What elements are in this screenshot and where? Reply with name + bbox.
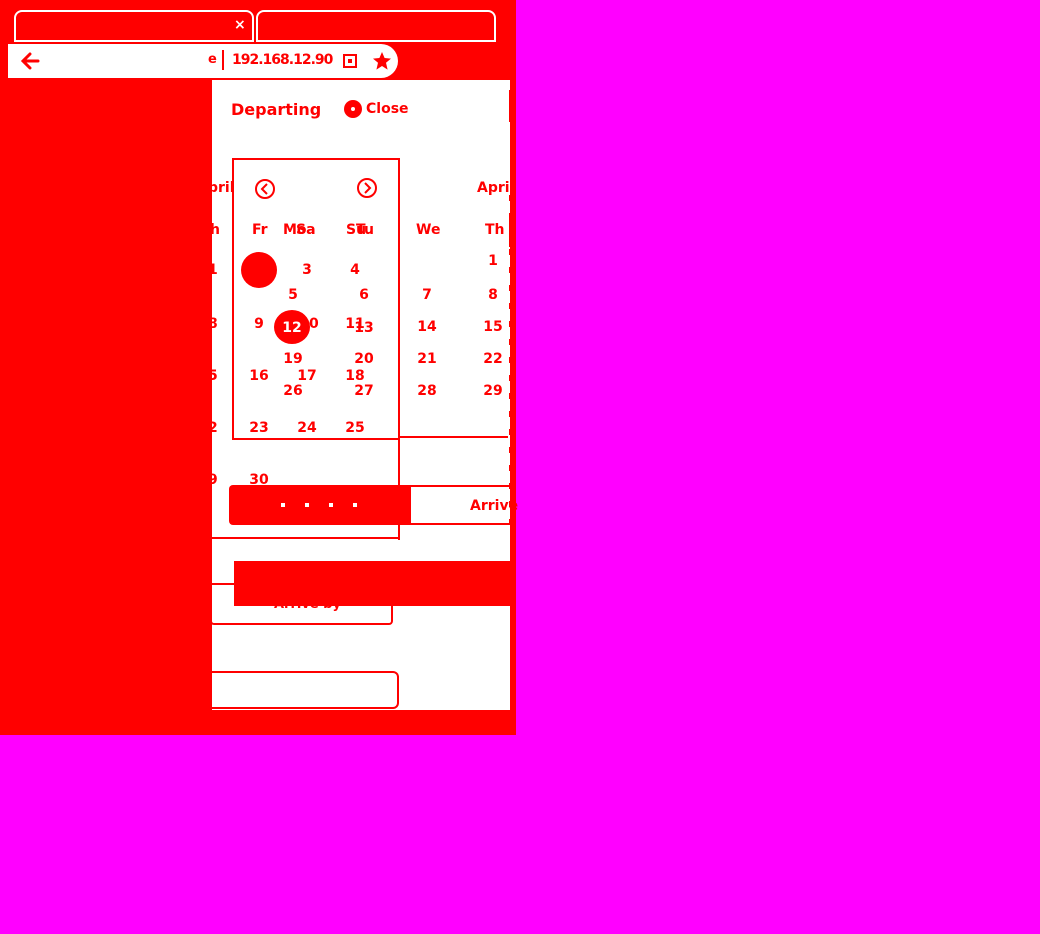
primary-action-bar[interactable] — [234, 561, 516, 606]
calendar-mid-outer-bottom — [212, 537, 400, 539]
left-sidebar-block — [0, 80, 212, 735]
day-cell[interactable]: 9 — [246, 316, 272, 332]
tab-inactive[interactable] — [256, 10, 496, 42]
day-cell[interactable]: 5 — [280, 287, 306, 303]
left-day[interactable]: 8 — [208, 316, 218, 332]
day-cell[interactable]: 20 — [351, 351, 377, 367]
arrive-toggle-button[interactable]: Arrive — [410, 485, 518, 525]
day-cell[interactable]: 14 — [414, 319, 440, 335]
day-cell[interactable]: 3 — [294, 262, 320, 278]
dow-label: Sa — [296, 222, 316, 238]
calendar-right-divider — [400, 436, 508, 438]
day-cell[interactable]: 24 — [294, 420, 320, 436]
address-prefix: e — [208, 52, 217, 67]
left-dow-label: h — [210, 222, 220, 238]
left-day[interactable]: 2 — [208, 420, 218, 436]
day-cell[interactable]: 6 — [351, 287, 377, 303]
day-cell[interactable]: 8 — [480, 287, 506, 303]
day-circle-filled[interactable] — [241, 252, 277, 288]
address-bar — [8, 44, 398, 78]
prev-month-icon[interactable] — [254, 178, 276, 200]
tab-active[interactable]: × — [14, 10, 254, 42]
tab-close-icon[interactable]: × — [234, 17, 246, 33]
left-day[interactable]: 1 — [208, 262, 218, 278]
bookmark-star-icon[interactable] — [372, 51, 392, 71]
close-label: Close — [366, 101, 409, 117]
dow-label: Fr — [252, 222, 268, 238]
text-input-field[interactable] — [210, 671, 399, 709]
day-cell[interactable]: 16 — [246, 368, 272, 384]
day-cell[interactable]: 13 — [351, 320, 377, 336]
next-month-icon[interactable] — [356, 177, 378, 199]
day-cell[interactable]: 18 — [342, 368, 368, 384]
dow-label: Th — [485, 222, 505, 238]
day-cell[interactable]: 29 — [480, 383, 506, 399]
bottom-bar — [212, 710, 516, 735]
departing-heading: Departing — [231, 100, 322, 119]
day-cell[interactable]: 26 — [280, 383, 306, 399]
day-cell[interactable]: 27 — [351, 383, 377, 399]
dow-label: Tu — [356, 222, 374, 238]
close-circle-icon — [344, 100, 362, 118]
day-cell[interactable]: 28 — [414, 383, 440, 399]
day-cell[interactable]: 7 — [414, 287, 440, 303]
back-arrow-icon[interactable] — [20, 52, 40, 70]
day-cell[interactable]: 23 — [246, 420, 272, 436]
address-separator — [222, 50, 224, 70]
left-month-label: pril — [208, 180, 235, 196]
left-day[interactable]: 9 — [208, 472, 218, 488]
depart-toggle-button[interactable] — [229, 485, 411, 525]
left-day[interactable]: 5 — [208, 368, 218, 384]
right-month-label: April — [477, 180, 515, 196]
depart-toggle-dots — [281, 503, 361, 507]
qr-code-icon[interactable] — [343, 54, 357, 68]
day-cell[interactable]: 19 — [280, 351, 306, 367]
right-edge-tab-block — [509, 215, 516, 247]
day-cell[interactable]: 21 — [414, 351, 440, 367]
address-url[interactable]: 192.168.12.90 — [232, 52, 333, 68]
day-cell[interactable]: 22 — [480, 351, 506, 367]
day-cell[interactable]: 1 — [480, 253, 506, 269]
day-cell[interactable]: 17 — [294, 368, 320, 384]
day-cell[interactable]: 12 — [279, 320, 305, 336]
dow-label: We — [416, 222, 441, 238]
calendar-mid-outer-frame — [398, 158, 400, 540]
day-cell[interactable]: 25 — [342, 420, 368, 436]
right-edge-header-block — [509, 90, 516, 122]
day-cell[interactable]: 4 — [342, 262, 368, 278]
day-cell[interactable]: 15 — [480, 319, 506, 335]
